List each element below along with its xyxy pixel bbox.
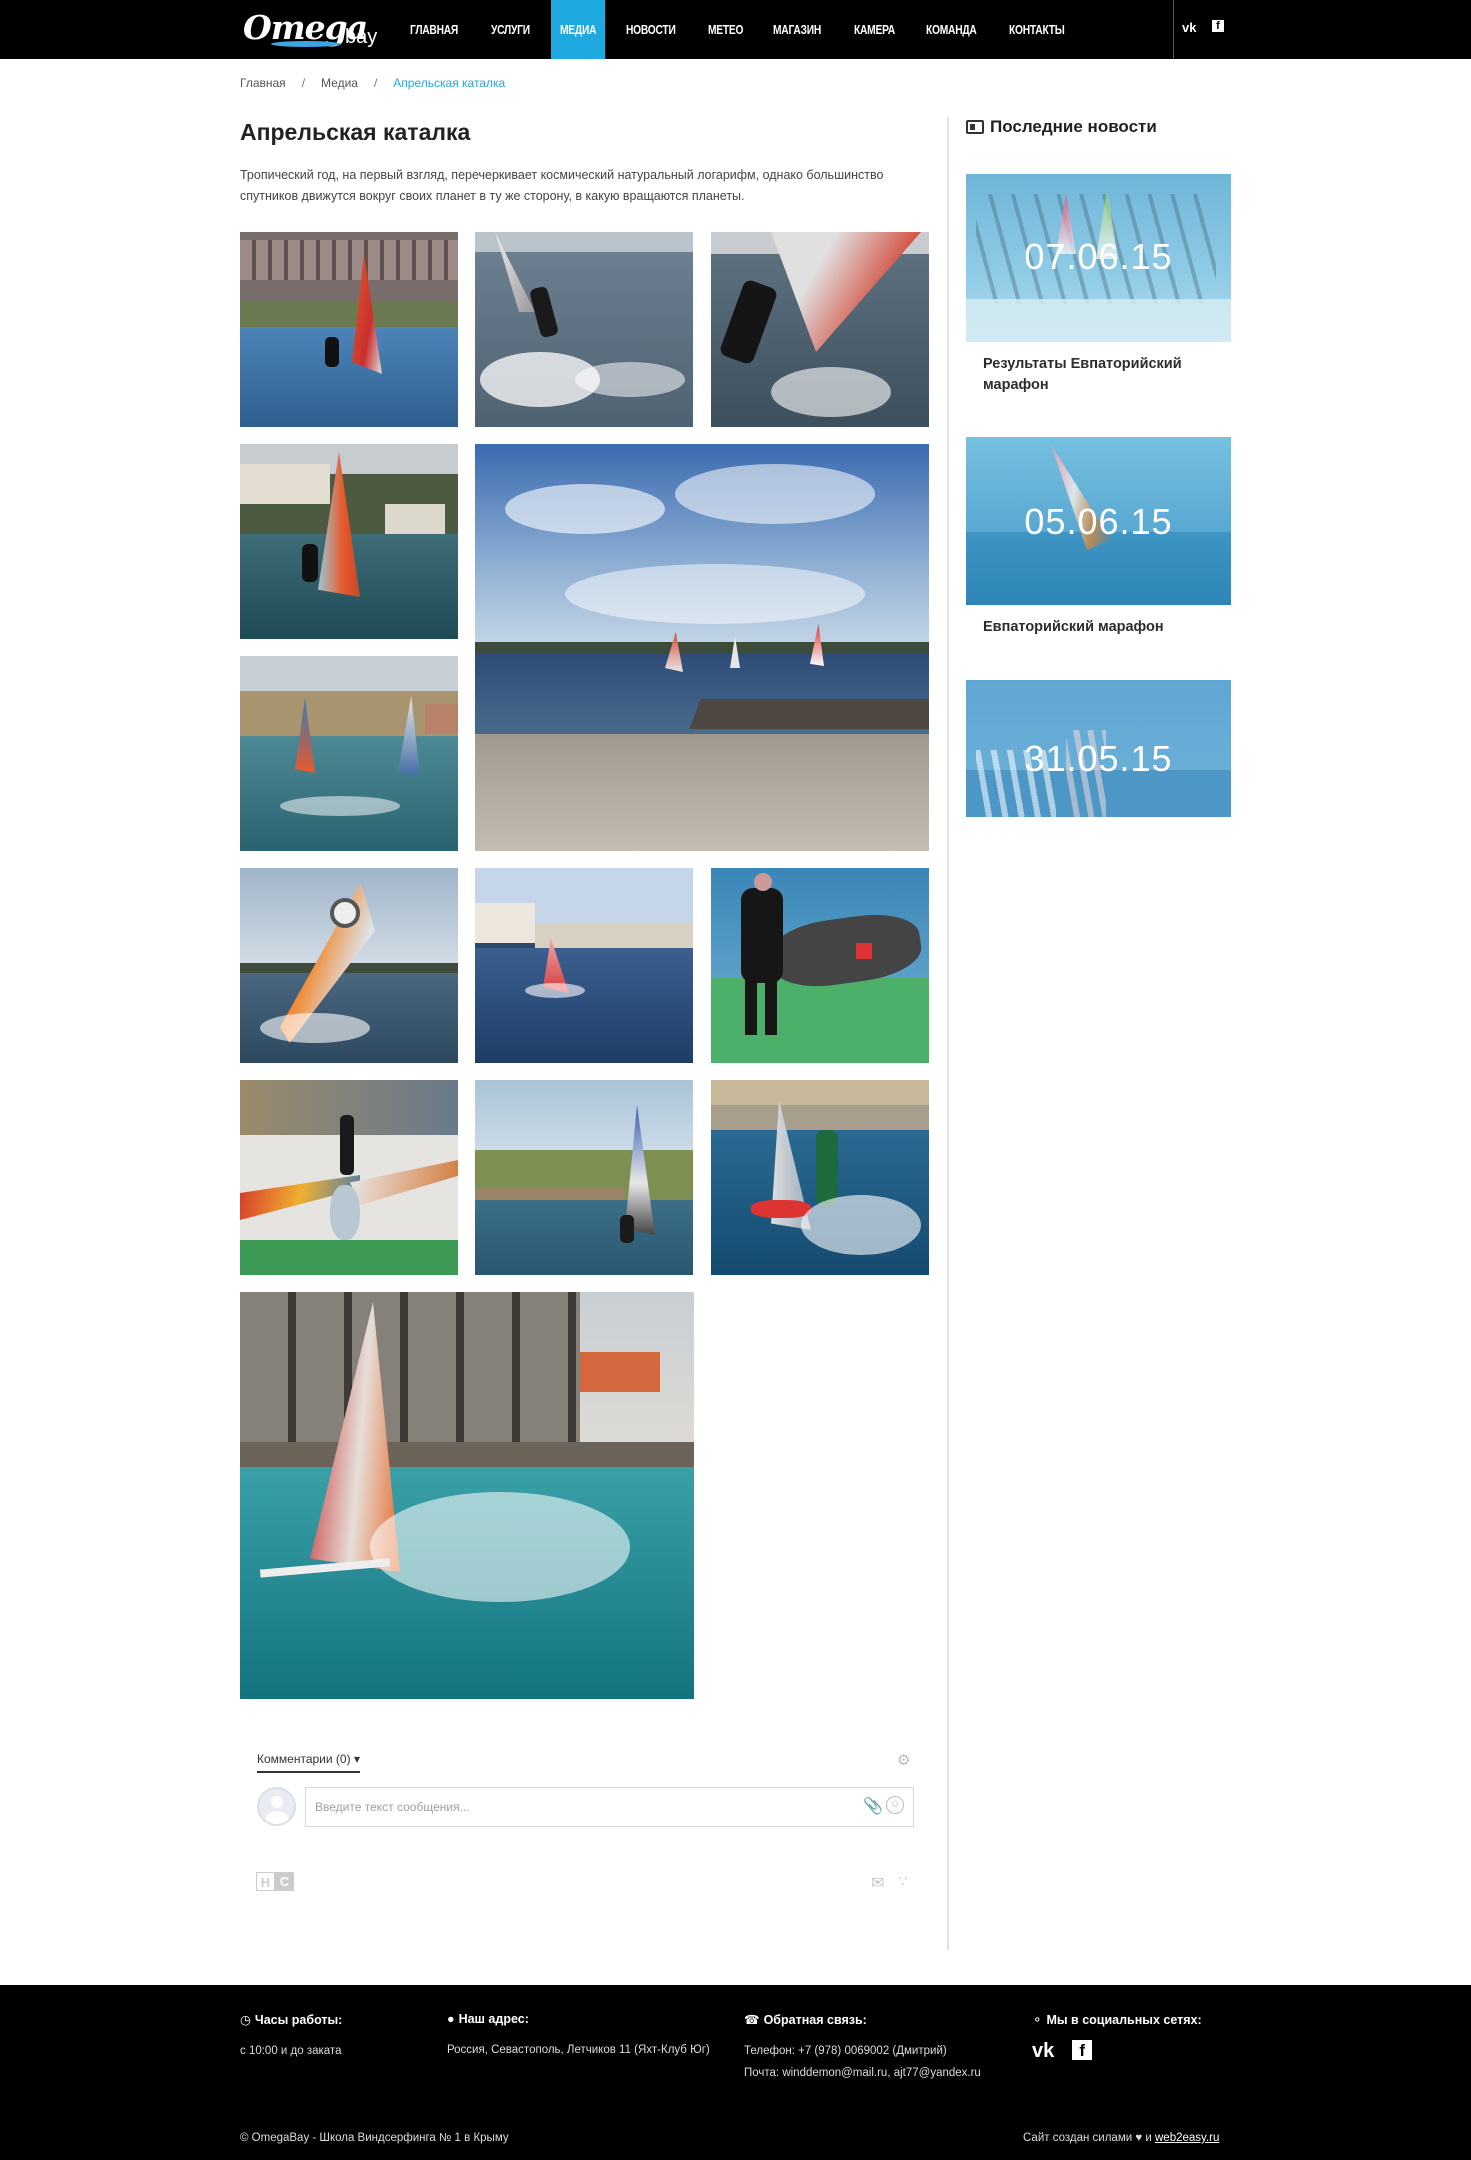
news-title[interactable]: Результаты Евпаторийский марафон [966,354,1216,396]
news-image: 05.06.15 [966,437,1231,605]
nav-item-media[interactable]: МЕДИА [550,0,606,59]
footer-hours-value: с 10:00 и до заката [240,2045,342,2057]
nav-divider [1173,0,1174,59]
sidebar-title: Последние новости [966,117,1157,137]
gallery-photo[interactable] [711,232,929,427]
gallery-photo[interactable] [475,232,693,427]
nav-item-home[interactable]: ГЛАВНАЯ [401,0,467,59]
footer-phone[interactable]: Телефон: +7 (978) 0069002 (Дмитрий) [744,2040,981,2062]
share-icon: ⚬ [1032,2013,1043,2027]
news-image: 31.05.15 [966,680,1231,817]
chevron-down-icon: ▾ [353,1752,360,1766]
page-title: Апрельская каталка [240,119,471,145]
footer-address: ● Наш адрес: Россия, Севастополь, Летчико… [447,2012,710,2061]
footer-contact: ☎ Обратная связь: Телефон: +7 (978) 00690… [744,2012,981,2084]
footer-address-title: Наш адрес: [458,2012,529,2026]
comments-tab[interactable]: Комментарии (0) ▾ [257,1752,360,1773]
nav-item-team[interactable]: КОМАНДА [917,0,986,59]
footer-social: ⚬ Мы в социальных сетях: vk f [1032,2012,1202,2063]
content-sidebar-divider [947,117,949,1950]
main-nav: ГЛАВНАЯ УСЛУГИ МЕДИА НОВОСТИ МЕТЕО МАГАЗ… [401,0,1090,59]
breadcrumb: Главная / Медиа / Апрельская каталка [240,76,505,90]
credit-text: Сайт создан силами ♥ и [1023,2132,1152,2144]
footer-email[interactable]: Почта: winddemon@mail.ru, ajt77@yandex.r… [744,2062,981,2084]
newspaper-icon [966,120,984,134]
facebook-icon[interactable]: f [1072,2040,1093,2060]
omegabay-logo[interactable]: Omega bay [243,8,378,52]
gallery-photo[interactable] [240,1080,458,1275]
nav-item-contacts[interactable]: КОНТАКТЫ [1000,0,1074,59]
breadcrumb-home[interactable]: Главная [240,76,286,90]
gallery-photo[interactable] [240,868,458,1063]
sidebar-title-text: Последние новости [990,117,1157,136]
news-card[interactable]: 31.05.15 [966,680,1231,817]
gallery-photo[interactable] [240,1292,694,1699]
mail-icon[interactable]: ✉ [871,1873,884,1893]
news-date: 05.06.15 [1024,501,1173,542]
map-marker-icon: ● [447,2012,455,2026]
logo-swoosh [271,41,341,47]
news-card[interactable]: 07.06.15 Результаты Евпаторийский марафо… [966,174,1231,396]
logo-c: C [275,1872,294,1891]
breadcrumb-separator: / [373,76,378,90]
news-title[interactable]: Евпаторийский марафон [966,617,1216,638]
nav-item-news[interactable]: НОВОСТИ [617,0,685,59]
gallery-photo[interactable] [711,868,929,1063]
avatar [257,1787,296,1826]
logo-sub: bay [345,26,378,48]
footer-hours-title: Часы работы: [254,2012,343,2027]
smiley-icon[interactable]: ☺ [886,1796,904,1814]
footer: ◷ Часы работы: с 10:00 и до заката ● Наш а… [0,1985,1471,2160]
copyright: © OmegaBay - Школа Виндсерфинга № 1 в Кр… [240,2132,509,2144]
gallery-photo[interactable] [475,1080,693,1275]
page-intro: Тропический год, на первый взгляд, переч… [240,168,884,203]
news-image: 07.06.15 [966,174,1231,342]
vk-icon[interactable]: vk [1032,2040,1054,2063]
rss-icon[interactable]: ∵ [898,1873,907,1890]
footer-contact-title: Обратная связь: [763,2012,867,2027]
nav-item-meteo[interactable]: МЕТЕО [699,0,752,59]
paperclip-icon[interactable]: 📎 [863,1796,883,1816]
gallery-photo[interactable] [240,232,458,427]
clock-icon: ◷ [240,2013,251,2027]
comment-input[interactable] [305,1787,914,1827]
news-date: 31.05.15 [1024,738,1173,779]
gallery-photo[interactable] [711,1080,929,1275]
gallery-photo[interactable] [475,444,929,851]
credit-link[interactable]: web2easy.ru [1155,2132,1219,2144]
comments-tab-label: Комментарии (0) [257,1752,351,1766]
nav-item-camera[interactable]: КАМЕРА [845,0,904,59]
hypercomments-logo[interactable]: H C [256,1872,294,1891]
breadcrumb-separator: / [301,76,306,90]
gallery-photo[interactable] [475,868,693,1063]
top-navigation-bar: Omega bay ГЛАВНАЯ УСЛУГИ МЕДИА НОВОСТИ М… [0,0,1471,59]
gear-icon[interactable]: ⚙ [897,1751,913,1769]
phone-icon: ☎ [744,2013,760,2027]
site-credit: Сайт создан силами ♥ и web2easy.ru [1023,2132,1219,2144]
news-date: 07.06.15 [1024,236,1173,277]
footer-hours: ◷ Часы работы: с 10:00 и до заката [240,2012,342,2062]
breadcrumb-current: Апрельская каталка [393,76,506,90]
logo-h: H [256,1872,275,1891]
nav-item-shop[interactable]: МАГАЗИН [764,0,830,59]
gallery-photo[interactable] [240,444,458,639]
footer-address-value: Россия, Севастополь, Летчиков 11 (Яхт-Кл… [447,2044,710,2056]
facebook-icon[interactable]: f [1212,20,1224,32]
breadcrumb-media[interactable]: Медиа [321,76,358,90]
footer-social-title: Мы в социальных сетях: [1046,2012,1202,2027]
nav-item-services[interactable]: УСЛУГИ [482,0,539,59]
news-card[interactable]: 05.06.15 Евпаторийский марафон [966,437,1231,638]
vk-icon[interactable]: vk [1182,20,1196,35]
gallery-photo[interactable] [240,656,458,851]
